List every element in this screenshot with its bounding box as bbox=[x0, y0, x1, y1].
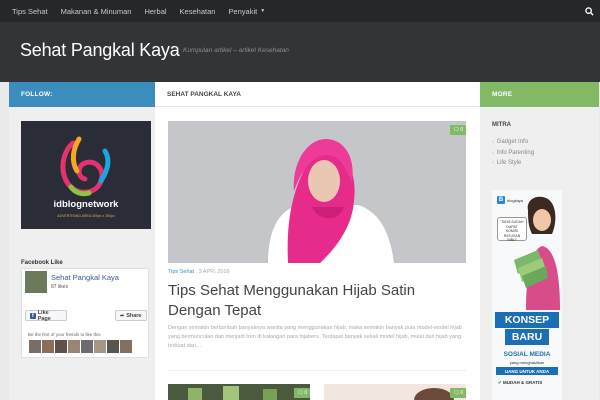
facebook-icon: f bbox=[30, 312, 36, 319]
nav-item-herbal[interactable]: Herbal bbox=[144, 7, 166, 16]
nav-item-makanan-minuman[interactable]: Makanan & Minuman bbox=[61, 7, 132, 16]
facebook-like-page-button[interactable]: f Like Page bbox=[25, 309, 67, 322]
friend-avatar[interactable] bbox=[68, 340, 80, 353]
banner-baru: BARU bbox=[505, 329, 549, 345]
comment-count: 0 bbox=[460, 127, 464, 133]
featured-post-image[interactable] bbox=[168, 121, 466, 263]
chevron-right-icon: › bbox=[492, 149, 494, 156]
mitra-link-label: Info Parenting bbox=[496, 149, 535, 156]
mitra-list: › Gadget Info › Info Parenting › Life Style bbox=[492, 137, 534, 169]
facebook-widget-title: Facebook Like bbox=[21, 260, 63, 266]
friend-avatar[interactable] bbox=[120, 340, 132, 353]
chevron-right-icon: › bbox=[492, 139, 494, 146]
top-navigation: Tips Sehat Makanan & Minuman Herbal Kese… bbox=[0, 0, 600, 22]
idblognetwork-logo bbox=[60, 136, 111, 197]
search-icon bbox=[584, 6, 594, 16]
share-label: Share bbox=[126, 312, 142, 319]
post-divider bbox=[168, 370, 466, 371]
post-category-link[interactable]: Tips Sehat bbox=[168, 269, 194, 275]
post-excerpt: Dengan semakin bertambah banyaknya wanit… bbox=[168, 325, 462, 349]
woman-photo bbox=[324, 384, 466, 400]
banner-sosial-media: SOSIAL MEDIA bbox=[503, 351, 551, 358]
more-heading[interactable]: MORE bbox=[480, 82, 599, 107]
banner-konsep: KONSEP bbox=[495, 312, 559, 328]
ad-brand-text: idblognetwork bbox=[53, 199, 119, 210]
banner-mudah-label: MUDAH & GRATIS bbox=[503, 380, 543, 385]
blogkaya-banner-ad[interactable]: B blogkaya "SAYA SUDAH DAPAT KOMISI RATU… bbox=[492, 190, 562, 400]
blogkaya-logo-icon: B bbox=[497, 196, 505, 204]
friend-avatar[interactable] bbox=[94, 340, 106, 353]
post-date: 3 APR, 2016 bbox=[198, 269, 230, 275]
site-header: Sehat Pangkal Kaya Kumpulan artikel – ar… bbox=[0, 22, 600, 82]
chevron-right-icon: › bbox=[492, 160, 494, 167]
post-thumbnail-drinks[interactable] bbox=[168, 384, 310, 400]
friend-avatar[interactable] bbox=[42, 340, 54, 353]
friend-avatar[interactable] bbox=[55, 340, 67, 353]
facebook-share-button[interactable]: ➦ Share bbox=[115, 310, 147, 321]
banner-uang-untuk-anda: UANG UNTUK ANDA bbox=[496, 367, 558, 375]
mitra-link-label: Gadget Info bbox=[496, 139, 529, 146]
facebook-like-box: Sehat Pangkal Kaya 87 likes f Like Page … bbox=[21, 268, 149, 358]
content-heading: SEHAT PANGKAL KAYA bbox=[155, 82, 480, 107]
mitra-link-life-style[interactable]: › Life Style bbox=[492, 158, 534, 169]
post-meta: Tips Sehat 3 APR, 2016 bbox=[168, 269, 230, 275]
chevron-down-icon: ▼ bbox=[260, 8, 266, 14]
friend-avatar[interactable] bbox=[107, 340, 119, 353]
comment-count-badge[interactable]: 🗨 0 bbox=[450, 388, 467, 398]
banner-yang-menghasilkan: yang menghasilkan bbox=[509, 360, 545, 365]
nav-item-tips-sehat[interactable]: Tips Sehat bbox=[12, 7, 48, 16]
follow-heading: FOLLOW: bbox=[9, 82, 155, 107]
comment-icon: 🗨 bbox=[297, 390, 304, 396]
comment-count-badge[interactable]: 🗨 0 bbox=[294, 388, 311, 398]
like-page-label: Like Page bbox=[37, 309, 51, 322]
facebook-likes-count: 87 likes bbox=[51, 284, 68, 290]
share-icon: ➦ bbox=[120, 312, 125, 319]
comment-count-badge[interactable]: 🗨 0 bbox=[450, 125, 467, 135]
blogkaya-name: blogkaya bbox=[507, 198, 524, 203]
check-icon: ✔ bbox=[498, 380, 502, 385]
mitra-title: MITRA bbox=[492, 122, 511, 128]
hijab-photo bbox=[168, 121, 466, 263]
friend-avatar[interactable] bbox=[81, 340, 93, 353]
facebook-friends-text: Be the first of your friends to like thi… bbox=[28, 332, 101, 337]
comment-icon: 🗨 bbox=[453, 390, 460, 396]
friend-avatar[interactable] bbox=[29, 340, 41, 353]
woman-with-money-illustration bbox=[514, 196, 560, 310]
post-thumbnail-woman[interactable] bbox=[324, 384, 466, 400]
facebook-friend-faces bbox=[29, 340, 133, 353]
site-title[interactable]: Sehat Pangkal Kaya bbox=[20, 40, 180, 61]
comment-icon: 🗨 bbox=[453, 127, 460, 133]
facebook-page-thumbnail[interactable] bbox=[25, 271, 47, 293]
nav-item-penyakit-label: Penyakit bbox=[228, 6, 258, 16]
mitra-link-info-parenting[interactable]: › Info Parenting bbox=[492, 148, 534, 159]
banner-mudah-gratis: ✔ MUDAH & GRATIS bbox=[498, 380, 542, 386]
mitra-link-gadget-info[interactable]: › Gadget Info bbox=[492, 137, 534, 148]
site-tagline: Kumpulan artikel – artikel Kesehatan bbox=[183, 47, 289, 54]
ad-subtext: ADVERTISING AREA 300px x 250px bbox=[57, 214, 115, 218]
comment-count: 0 bbox=[460, 390, 464, 396]
nav-item-kesehatan[interactable]: Kesehatan bbox=[180, 7, 216, 16]
banner-speech-bubble: "SAYA SUDAH DAPAT KOMISI RATUSAN RIBU" bbox=[497, 217, 527, 242]
facebook-page-name[interactable]: Sehat Pangkal Kaya bbox=[51, 273, 119, 282]
mitra-link-label: Life Style bbox=[496, 160, 522, 167]
comment-count: 0 bbox=[304, 390, 308, 396]
post-title[interactable]: Tips Sehat Menggunakan Hijab Satin Denga… bbox=[168, 281, 468, 321]
nav-item-penyakit[interactable]: Penyakit ▼ bbox=[228, 7, 265, 16]
idblognetwork-ad[interactable]: idblognetwork ADVERTISING AREA 300px x 2… bbox=[21, 121, 151, 229]
search-button[interactable] bbox=[578, 0, 600, 22]
drinks-photo bbox=[168, 384, 310, 400]
